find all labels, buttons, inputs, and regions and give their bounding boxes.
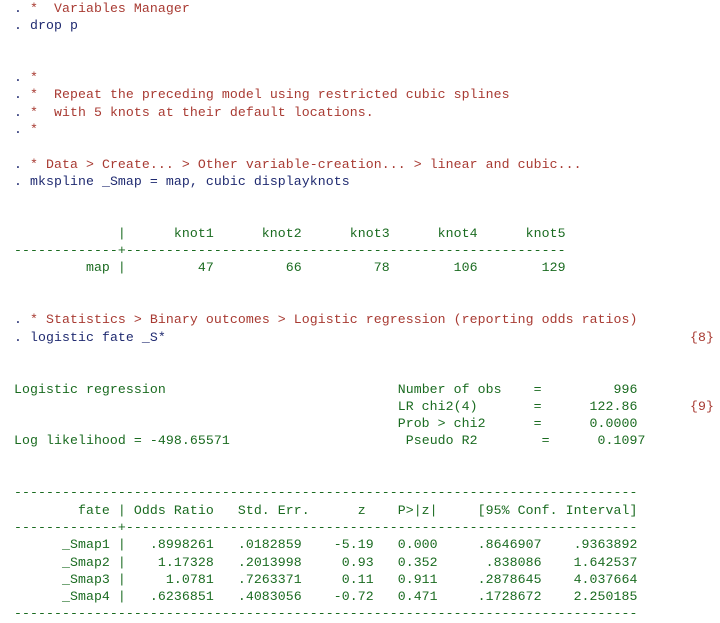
table-row: _Smap2 | 1.17328 .2013998 0.93 0.352 .83… — [14, 554, 638, 570]
knots-table-separator: -------------+--------------------------… — [14, 243, 566, 259]
log-line-comment: . * — [0, 69, 720, 86]
log-blank-line — [0, 208, 720, 225]
command-prompt: . — [14, 104, 30, 120]
command-prompt: . — [14, 329, 30, 345]
results-table-rule-bottom: ----------------------------------------… — [14, 606, 638, 622]
log-blank-line — [0, 52, 720, 69]
log-line-menu-path: . * Statistics > Binary outcomes > Logis… — [0, 311, 720, 328]
table-row: _Smap1 | .8998261 .0182859 -5.19 0.000 .… — [14, 537, 638, 553]
command-text: mkspline _Smap = map, cubic displayknots — [30, 173, 350, 189]
log-line-command: . drop p — [0, 17, 720, 34]
log-likelihood: Log likelihood = -498.65571 — [14, 433, 230, 449]
comment-text: * — [30, 122, 38, 138]
log-line-comment: . * Variables Manager — [0, 0, 720, 17]
results-table-rule-top: ----------------------------------------… — [14, 485, 638, 501]
log-blank-line — [0, 277, 720, 294]
stat-row-3: Prob > chi2 = 0.0000 — [14, 416, 638, 432]
comment-text: * Variables Manager — [30, 1, 190, 16]
log-blank-line — [0, 363, 720, 380]
annotation-marker-8: {8} — [690, 329, 714, 345]
stat-row-2: LR chi2(4) = 122.86 — [14, 398, 638, 414]
regression-title: Logistic regression — [14, 381, 166, 397]
log-line-menu-path: . * Data > Create... > Other variable-cr… — [0, 156, 720, 173]
results-table-header: fate | Odds Ratio Std. Err. z P>|z| [95%… — [14, 502, 638, 518]
command-prompt: . — [14, 87, 30, 103]
annotation-marker-9: {9} — [690, 398, 714, 414]
log-blank-line — [0, 138, 720, 155]
table-row: _Smap3 | 1.0781 .7263371 0.11 0.911 .287… — [14, 571, 638, 587]
comment-text: * Repeat the preceding model using restr… — [30, 87, 510, 103]
command-text: drop p — [30, 18, 78, 34]
comment-text: * with 5 knots at their default location… — [30, 104, 374, 120]
command-prompt: . — [14, 1, 30, 16]
log-blank-line — [0, 467, 720, 484]
stata-results-window[interactable]: . * Variables Manager . drop p . * . * R… — [0, 0, 720, 621]
log-blank-line — [0, 190, 720, 207]
command-text: logistic fate _S* — [30, 329, 166, 345]
comment-text: * — [30, 70, 38, 86]
regression-header-row-2: LR chi2(4) = 122.86 {9} — [0, 398, 720, 415]
log-line-command: . mkspline _Smap = map, cubic displaykno… — [0, 173, 720, 190]
comment-text: * Data > Create... > Other variable-crea… — [30, 156, 582, 172]
results-table-separator: -------------+--------------------------… — [14, 519, 638, 535]
log-line-command: . logistic fate _S* {8} — [0, 329, 720, 346]
knots-table-row-map: map | 47 66 78 106 129 — [14, 260, 566, 276]
log-line-comment: . * Repeat the preceding model using res… — [0, 86, 720, 103]
command-prompt: . — [14, 173, 30, 189]
command-prompt: . — [14, 156, 30, 172]
command-prompt: . — [14, 18, 30, 34]
log-blank-line — [0, 450, 720, 467]
log-blank-line — [0, 294, 720, 311]
regression-header-row-4: Log likelihood = -498.65571 Pseudo R2 = … — [0, 432, 720, 449]
comment-text: * Statistics > Binary outcomes > Logisti… — [30, 312, 638, 328]
log-line-comment: . * with 5 knots at their default locati… — [0, 104, 720, 121]
command-prompt: . — [14, 70, 30, 86]
stat-row-1: Number of obs = 996 — [165, 381, 638, 397]
command-prompt: . — [14, 312, 30, 328]
command-prompt: . — [14, 122, 30, 138]
log-line-comment: . * — [0, 121, 720, 138]
log-blank-line — [0, 346, 720, 363]
regression-header-row-1: Logistic regression Number of obs = 996 — [0, 381, 720, 398]
table-row: _Smap4 | .6236851 .4083056 -0.72 0.471 .… — [14, 589, 638, 605]
stat-row-4: Pseudo R2 = 0.1097 — [229, 433, 646, 449]
knots-table-header: | knot1 knot2 knot3 knot4 knot5 — [14, 225, 566, 241]
regression-header-row-3: Prob > chi2 = 0.0000 — [0, 415, 720, 432]
log-blank-line — [0, 35, 720, 52]
